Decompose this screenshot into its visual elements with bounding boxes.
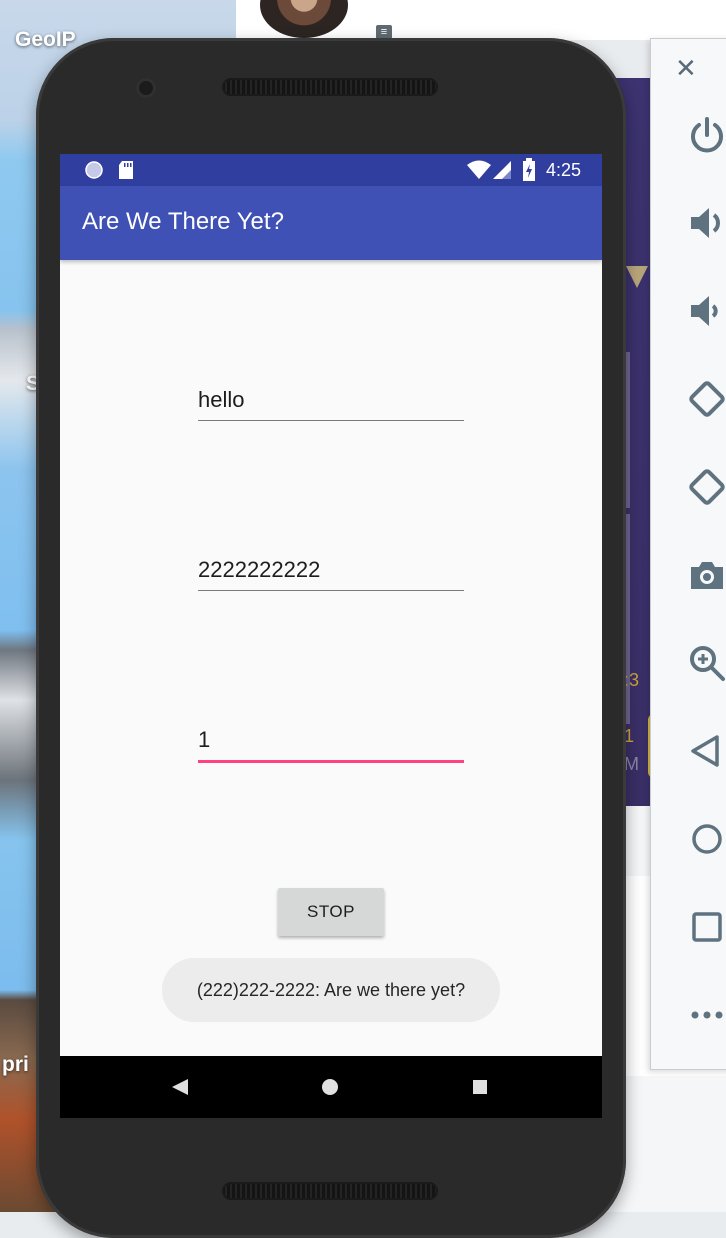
app-title: Are We There Yet? [82, 208, 284, 235]
screenshot-button[interactable] [651, 547, 726, 603]
toast-message: (222)222-2222: Are we there yet? [162, 958, 500, 1022]
front-camera [136, 78, 156, 98]
volume-up-icon [691, 208, 720, 238]
phone-frame: 4:25 Are We There Yet? STOP (222)222-222… [36, 38, 626, 1238]
sd-card-icon [119, 161, 133, 179]
home-icon [692, 824, 722, 854]
nav-overview-icon[interactable] [472, 1079, 488, 1095]
panel-divider [626, 514, 630, 724]
overview-button[interactable] [651, 899, 726, 955]
power-icon [691, 117, 723, 153]
more-button[interactable] [651, 987, 726, 1043]
zoom-icon [690, 646, 725, 681]
phone-number-input[interactable] [198, 550, 464, 591]
message-input[interactable] [198, 380, 464, 421]
rotate-left-button[interactable] [651, 371, 726, 427]
home-button[interactable] [651, 811, 726, 867]
overview-icon [692, 912, 722, 942]
emulator-toolbar: ✕ [650, 38, 726, 1070]
nav-home-icon[interactable] [321, 1078, 339, 1096]
volume-down-icon [691, 296, 718, 326]
desktop-label-pri: pri [2, 1053, 29, 1076]
interval-input[interactable] [198, 720, 464, 763]
signal-icon [493, 161, 511, 179]
wifi-icon [467, 160, 491, 179]
close-icon[interactable]: ✕ [675, 53, 697, 83]
status-bar: 4:25 [60, 154, 602, 186]
phone-screen: 4:25 Are We There Yet? STOP (222)222-222… [60, 154, 602, 1118]
stop-button[interactable]: STOP [278, 888, 384, 936]
app-bar: Are We There Yet? [60, 186, 602, 260]
rotate-left-icon [689, 381, 725, 417]
volume-down-button[interactable] [651, 283, 726, 339]
back-icon [691, 735, 719, 767]
rotate-right-icon [689, 469, 725, 505]
menu-icon: ≡ [376, 25, 392, 39]
desktop-label-geoip: GeoIP [15, 28, 76, 51]
status-time: 4:25 [545, 160, 581, 180]
battery-icon [523, 158, 535, 181]
nav-back-icon[interactable] [170, 1077, 190, 1097]
earpiece-speaker [222, 78, 438, 96]
camera-icon [691, 562, 723, 589]
more-icon [691, 1011, 723, 1019]
sync-icon [85, 161, 103, 179]
triangle-marker [626, 266, 648, 288]
volume-up-button[interactable] [651, 195, 726, 251]
panel-text: M [624, 754, 639, 774]
rotate-right-button[interactable] [651, 459, 726, 515]
bottom-speaker [222, 1182, 438, 1200]
panel-text: :3 [624, 670, 640, 690]
navigation-bar [60, 1056, 602, 1118]
back-button[interactable] [651, 723, 726, 779]
power-button[interactable] [651, 107, 726, 163]
panel-divider [626, 352, 630, 508]
zoom-button[interactable] [651, 635, 726, 691]
